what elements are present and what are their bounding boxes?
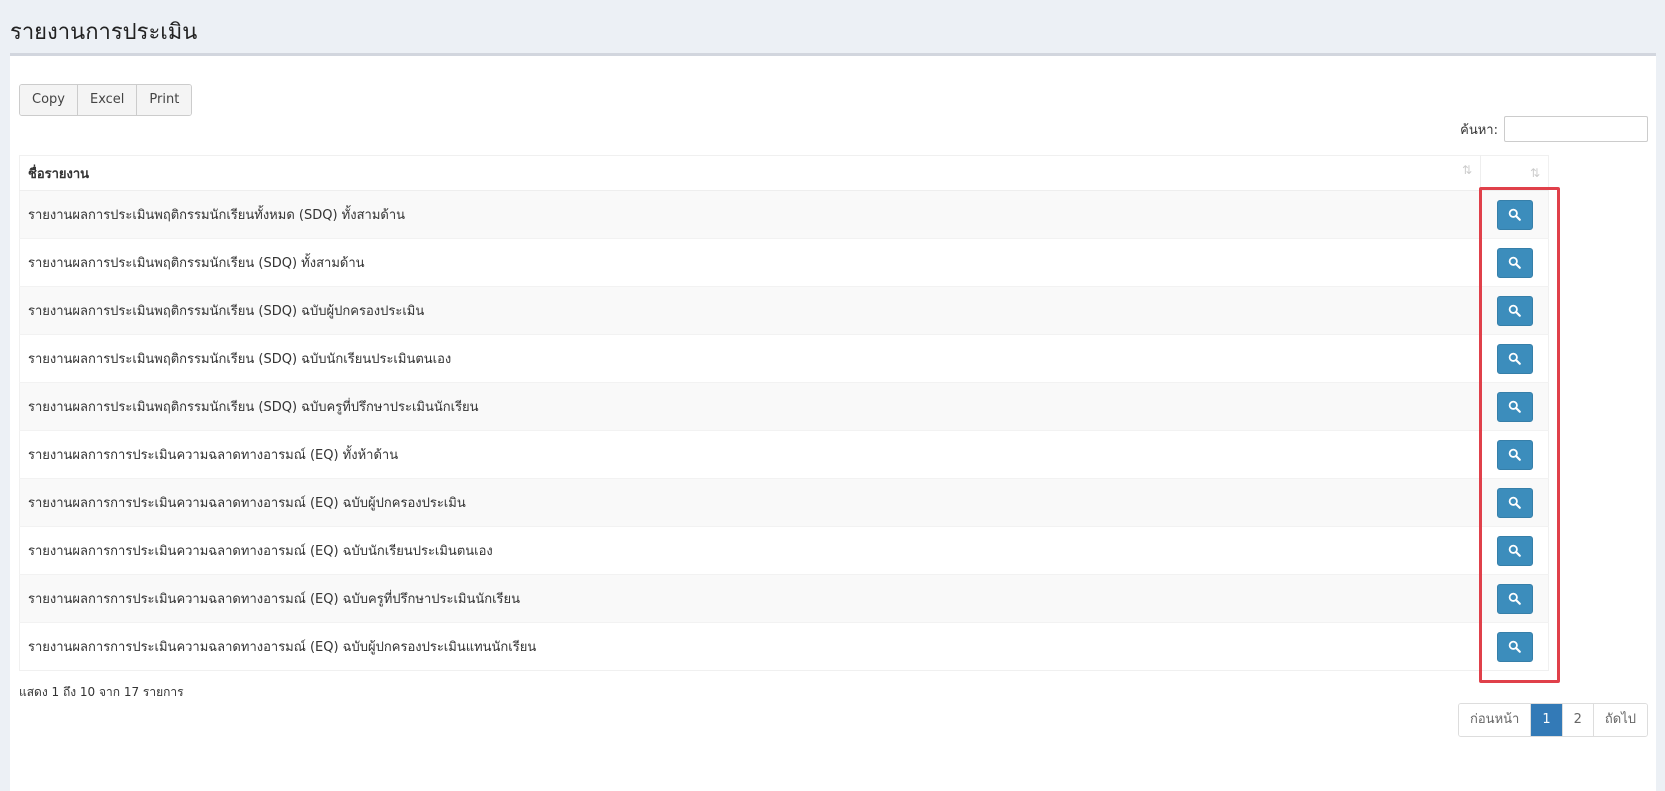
action-cell <box>1480 286 1549 335</box>
previous-page-button[interactable]: ก่อนหน้า <box>1459 704 1532 736</box>
search-icon <box>1508 544 1521 557</box>
search-icon <box>1508 256 1521 269</box>
page-2-button[interactable]: 2 <box>1562 704 1594 736</box>
excel-button[interactable]: Excel <box>77 85 138 115</box>
search-filter: ค้นหา: <box>1460 116 1648 142</box>
print-button[interactable]: Print <box>137 85 192 115</box>
table-row: รายงานผลการประเมินพฤติกรรมนักเรียนทั้งหม… <box>19 190 1549 239</box>
search-icon <box>1508 304 1521 317</box>
view-report-button[interactable] <box>1496 247 1533 278</box>
report-name-cell: รายงานผลการการประเมินความฉลาดทางอารมณ์ (… <box>19 622 1481 671</box>
view-report-button[interactable] <box>1496 391 1533 422</box>
table-row: รายงานผลการประเมินพฤติกรรมนักเรียน (SDQ)… <box>19 334 1549 383</box>
action-cell <box>1480 574 1549 623</box>
pagination: ก่อนหน้า 1 2 ถัดไป <box>1458 703 1648 737</box>
search-icon <box>1508 640 1521 653</box>
action-cell <box>1480 190 1549 239</box>
table-row: รายงานผลการการประเมินความฉลาดทางอารมณ์ (… <box>19 574 1549 623</box>
table-info: แสดง 1 ถึง 10 จาก 17 รายการ <box>19 685 184 699</box>
table-row: รายงานผลการประเมินพฤติกรรมนักเรียน (SDQ)… <box>19 286 1549 335</box>
report-name-cell: รายงานผลการการประเมินความฉลาดทางอารมณ์ (… <box>19 574 1481 623</box>
column-header-report-name[interactable]: ชื่อรายงาน ⇅ <box>19 155 1481 191</box>
column-header-action[interactable]: ⇅ <box>1480 155 1549 191</box>
table-row: รายงานผลการการประเมินความฉลาดทางอารมณ์ (… <box>19 526 1549 575</box>
search-icon <box>1508 496 1521 509</box>
view-report-button[interactable] <box>1496 583 1533 614</box>
table-header-row: ชื่อรายงาน ⇅ ⇅ <box>19 155 1549 191</box>
report-name-cell: รายงานผลการประเมินพฤติกรรมนักเรียนทั้งหม… <box>19 190 1481 239</box>
report-name-cell: รายงานผลการการประเมินความฉลาดทางอารมณ์ (… <box>19 478 1481 527</box>
action-cell <box>1480 430 1549 479</box>
table-row: รายงานผลการการประเมินความฉลาดทางอารมณ์ (… <box>19 430 1549 479</box>
report-table: ชื่อรายงาน ⇅ ⇅ รายงานผลการประเมินพฤติกรร… <box>19 155 1549 671</box>
view-report-button[interactable] <box>1496 343 1533 374</box>
page-header: รายงานการประเมิน <box>0 0 1665 52</box>
page-1-button[interactable]: 1 <box>1531 704 1563 736</box>
view-report-button[interactable] <box>1496 631 1533 662</box>
action-cell <box>1480 478 1549 527</box>
report-name-cell: รายงานผลการประเมินพฤติกรรมนักเรียน (SDQ)… <box>19 382 1481 431</box>
table-row: รายงานผลการประเมินพฤติกรรมนักเรียน (SDQ)… <box>19 238 1549 287</box>
table-row: รายงานผลการประเมินพฤติกรรมนักเรียน (SDQ)… <box>19 382 1549 431</box>
view-report-button[interactable] <box>1496 199 1533 230</box>
page-title: รายงานการประเมิน <box>10 20 198 45</box>
action-cell <box>1480 622 1549 671</box>
report-name-cell: รายงานผลการประเมินพฤติกรรมนักเรียน (SDQ)… <box>19 238 1481 287</box>
sort-icon: ⇅ <box>1529 166 1540 180</box>
table-row: รายงานผลการการประเมินความฉลาดทางอารมณ์ (… <box>19 478 1549 527</box>
report-name-cell: รายงานผลการการประเมินความฉลาดทางอารมณ์ (… <box>19 430 1481 479</box>
search-icon <box>1508 352 1521 365</box>
view-report-button[interactable] <box>1496 535 1533 566</box>
view-report-button[interactable] <box>1496 487 1533 518</box>
view-report-button[interactable] <box>1496 439 1533 470</box>
action-cell <box>1480 334 1549 383</box>
copy-button[interactable]: Copy <box>20 85 78 115</box>
search-icon <box>1508 592 1521 605</box>
table-row: รายงานผลการการประเมินความฉลาดทางอารมณ์ (… <box>19 622 1549 671</box>
next-page-button[interactable]: ถัดไป <box>1593 704 1647 736</box>
content-box: Copy Excel Print ค้นหา: ชื่อรายงาน ⇅ ⇅ ร… <box>10 53 1656 791</box>
search-input[interactable] <box>1504 116 1648 142</box>
column-header-label: ชื่อรายงาน <box>28 166 90 182</box>
report-name-cell: รายงานผลการประเมินพฤติกรรมนักเรียน (SDQ)… <box>19 286 1481 335</box>
search-label: ค้นหา: <box>1460 122 1498 138</box>
action-cell <box>1480 382 1549 431</box>
action-cell <box>1480 238 1549 287</box>
action-cell <box>1480 526 1549 575</box>
report-name-cell: รายงานผลการการประเมินความฉลาดทางอารมณ์ (… <box>19 526 1481 575</box>
search-icon <box>1508 448 1521 461</box>
report-name-cell: รายงานผลการประเมินพฤติกรรมนักเรียน (SDQ)… <box>19 334 1481 383</box>
search-icon <box>1508 208 1521 221</box>
export-button-group: Copy Excel Print <box>19 84 193 116</box>
view-report-button[interactable] <box>1496 295 1533 326</box>
sort-icon: ⇅ <box>1461 162 1472 177</box>
search-icon <box>1508 400 1521 413</box>
